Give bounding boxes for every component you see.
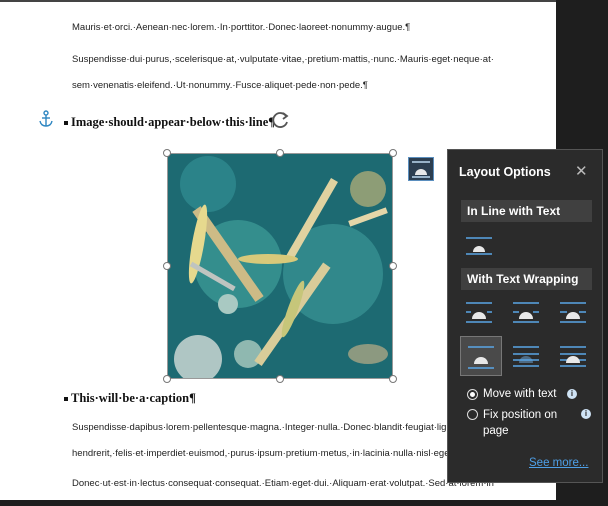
- wrap-through-icon: [560, 302, 586, 323]
- body-text-line: Mauris·et·orci.·Aenean·nec·lorem.·In·por…: [72, 22, 411, 33]
- body-text-line: sem·venenatis·eleifend.·Ut·nonummy.·Fusc…: [72, 80, 368, 91]
- section-wrapping-header: With Text Wrapping: [461, 268, 592, 290]
- wrap-tight-icon: [513, 302, 539, 323]
- body-text-line: Suspendisse·dapibus·lorem·pellentesque·m…: [72, 422, 460, 433]
- wrap-through-option[interactable]: [554, 296, 590, 328]
- caption-heading-line: This·will·be·a·caption¶: [64, 391, 196, 406]
- page-top-border: [0, 0, 556, 2]
- info-icon[interactable]: i: [567, 389, 577, 399]
- move-with-text-radio[interactable]: [467, 389, 478, 400]
- layout-options-panel: Layout Options ✕ In Line with Text With …: [447, 149, 603, 483]
- top-and-bottom-option[interactable]: [460, 336, 502, 376]
- resize-handle-right[interactable]: [389, 262, 397, 270]
- resize-handle-bottom-left[interactable]: [163, 375, 171, 383]
- heading-text: Image·should·appear·below·this·line¶: [71, 115, 276, 129]
- layout-options-button[interactable]: [408, 157, 434, 181]
- layout-options-icon: [412, 161, 430, 178]
- wrap-square-option[interactable]: [460, 296, 496, 328]
- inline-with-text-option[interactable]: [460, 230, 496, 262]
- fix-position-label-line1: Fix position on: [483, 409, 558, 421]
- behind-text-icon: [513, 346, 539, 367]
- resize-handle-top-right[interactable]: [389, 149, 397, 157]
- wrap-square-icon: [466, 302, 492, 323]
- resize-handle-bottom-right[interactable]: [389, 375, 397, 383]
- behind-text-option[interactable]: [507, 340, 543, 372]
- see-more-link[interactable]: See more...: [529, 457, 588, 469]
- fix-position-radio[interactable]: [467, 409, 478, 420]
- in-front-of-text-option[interactable]: [554, 340, 590, 372]
- move-with-text-label[interactable]: Move with text: [483, 386, 557, 402]
- info-icon[interactable]: i: [581, 409, 591, 419]
- section-inline-header: In Line with Text: [461, 200, 592, 222]
- fix-position-label-line2: page: [483, 425, 509, 437]
- close-icon[interactable]: ✕: [575, 162, 588, 180]
- selected-image[interactable]: [167, 153, 393, 379]
- resize-handle-top-left[interactable]: [163, 149, 171, 157]
- rotate-handle-icon[interactable]: [271, 110, 291, 130]
- diatom-image: [168, 154, 392, 378]
- resize-handle-left[interactable]: [163, 262, 171, 270]
- body-text-line: hendrerit,·felis·et·imperdiet·euismod,·p…: [72, 448, 456, 459]
- in-front-of-text-icon: [560, 346, 586, 367]
- anchor-icon[interactable]: [38, 110, 54, 128]
- body-text-line: Donec·ut·est·in·lectus·consequat·consequ…: [72, 478, 494, 489]
- top-and-bottom-icon: [468, 346, 494, 369]
- wrap-tight-option[interactable]: [507, 296, 543, 328]
- resize-handle-top[interactable]: [276, 149, 284, 157]
- caption-text: This·will·be·a·caption¶: [71, 391, 196, 405]
- body-text-line: Suspendisse·dui·purus,·scelerisque·at,·v…: [72, 54, 494, 65]
- inline-with-text-icon: [466, 237, 492, 255]
- panel-title: Layout Options: [459, 165, 551, 179]
- resize-handle-bottom[interactable]: [276, 375, 284, 383]
- fix-position-label[interactable]: Fix position on page: [483, 407, 557, 439]
- paragraph-mark-bullet: [64, 121, 68, 126]
- paragraph-mark-bullet: [64, 397, 68, 402]
- heading-line: Image·should·appear·below·this·line¶: [64, 115, 275, 130]
